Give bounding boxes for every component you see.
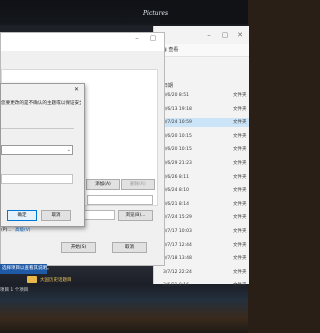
chevron-down-icon: ⌄: [66, 147, 71, 153]
file-date: 3/7/17 12:44: [163, 242, 192, 248]
file-type: 文件夹: [233, 201, 247, 207]
minimize-icon[interactable]: –: [132, 34, 142, 42]
file-type: 文件夹: [233, 269, 247, 275]
folder-icon: [27, 276, 37, 283]
file-date: 3/6/29 21:23: [163, 161, 192, 166]
file-type: 文件夹: [233, 188, 247, 194]
props-cancel-button[interactable]: 取消: [112, 242, 147, 253]
file-row[interactable]: 3/6/20 8:51 文件夹: [154, 91, 249, 100]
file-type: 文件夹: [233, 106, 247, 112]
column-header-row: 日期: [154, 81, 249, 91]
dialog-input[interactable]: [1, 174, 73, 184]
wallpaper-logo: Pictures: [143, 10, 169, 17]
minimize-icon[interactable]: –: [204, 31, 214, 39]
file-type: 文件夹: [233, 161, 247, 166]
browse-button[interactable]: 浏览(B)...: [118, 210, 153, 221]
items-count: 项目 1 个项目: [0, 288, 29, 293]
dialog-cancel-button[interactable]: 取消: [41, 210, 71, 221]
file-date: 3/6/26 8:11: [163, 174, 190, 180]
file-row[interactable]: 3/6/21 8:14 文件夹: [154, 200, 249, 209]
remove-button[interactable]: 删除(R): [121, 179, 155, 190]
file-date: 3/7/17 10:03: [163, 229, 192, 234]
file-date: 3/6/24 8:10: [163, 188, 190, 194]
file-type: 文件夹: [233, 93, 247, 98]
dialog-message: 您要更改的是不确认的主题或以保证安全性。: [1, 101, 81, 106]
close-icon[interactable]: ✕: [74, 86, 79, 93]
view-label: 查看: [168, 47, 179, 53]
dialog-divider: [1, 128, 74, 129]
file-date: 3/7/18 13:48: [163, 256, 192, 262]
file-row[interactable]: 3/6/21 8:16 文件夹: [154, 281, 249, 290]
file-date: 3/6/21 8:14: [163, 201, 190, 207]
file-type: 文件夹: [233, 256, 247, 262]
file-row[interactable]: 3/7/18 13:48 文件夹: [154, 254, 249, 263]
file-date: 3/7/12 22:24: [163, 269, 192, 275]
wallpaper-banner: [160, 0, 248, 24]
file-date: 3/6/21 8:16: [163, 283, 190, 289]
close-icon[interactable]: ✕: [235, 31, 245, 39]
file-type: 文件夹: [233, 133, 247, 139]
file-row[interactable]: 3/7/24 10:59 文件夹: [154, 118, 249, 128]
file-row[interactable]: 3/6/26 8:11 文件夹: [154, 173, 249, 182]
file-row[interactable]: 3/6/20 10:15 文件夹: [154, 132, 249, 141]
advanced-link[interactable]: 高级(V): [15, 228, 31, 233]
file-row[interactable]: 3/6/29 21:23 文件夹: [154, 159, 249, 168]
file-row[interactable]: 3/6/13 19:18 文件夹: [154, 105, 249, 114]
file-type: 文件夹: [233, 120, 247, 126]
add-button[interactable]: 添加(A): [86, 179, 120, 190]
file-type: 文件夹: [233, 242, 247, 248]
file-row[interactable]: 3/7/17 12:44 文件夹: [154, 241, 249, 250]
status-strip: 选择项目以查看其说明。: [0, 264, 52, 274]
start-button[interactable]: 开始(S): [61, 242, 96, 253]
file-date: 3/7/24 15:29: [163, 215, 192, 221]
file-type: 文件夹: [233, 229, 247, 234]
maximize-icon[interactable]: ▢: [148, 34, 158, 42]
file-date: 3/6/13 19:18: [163, 106, 192, 112]
file-date: 3/7/24 10:59: [163, 120, 192, 126]
file-explorer-window: – ▢ ✕ ▦ 查看 日期 3/6/20 8:51文件夹3/6/13 19:18…: [153, 26, 249, 288]
file-row[interactable]: 3/7/12 22:24 文件夹: [154, 268, 249, 277]
file-date: 3/6/20 8:51: [163, 93, 190, 98]
ok-button[interactable]: 确定: [7, 210, 37, 221]
maximize-icon[interactable]: ▢: [220, 31, 230, 39]
file-row[interactable]: 3/7/17 10:03 文件夹: [154, 227, 249, 236]
file-row[interactable]: 3/6/20 10:15 文件夹: [154, 145, 249, 154]
dialog-dropdown[interactable]: ⌄: [1, 145, 73, 155]
file-type: 文件夹: [233, 174, 247, 180]
file-type: 文件夹: [233, 283, 247, 289]
file-row[interactable]: 3/6/24 8:10 文件夹: [154, 186, 249, 195]
file-date: 3/6/20 10:15: [163, 133, 192, 139]
properties-field[interactable]: [87, 195, 153, 205]
file-type: 文件夹: [233, 215, 247, 221]
file-date: 3/6/20 10:15: [163, 147, 192, 153]
file-type: 文件夹: [233, 147, 247, 153]
explorer-toolbar: ▦ 查看: [154, 44, 249, 57]
advanced-left-label[interactable]: (P)...: [1, 228, 12, 233]
file-row[interactable]: 3/7/24 15:29 文件夹: [154, 213, 249, 222]
file-label[interactable]: 大国历史话题目: [40, 277, 72, 283]
confirm-dialog: ✕ 您要更改的是不确认的主题或以保证安全性。 ⌄ 确定 取消: [0, 83, 85, 227]
